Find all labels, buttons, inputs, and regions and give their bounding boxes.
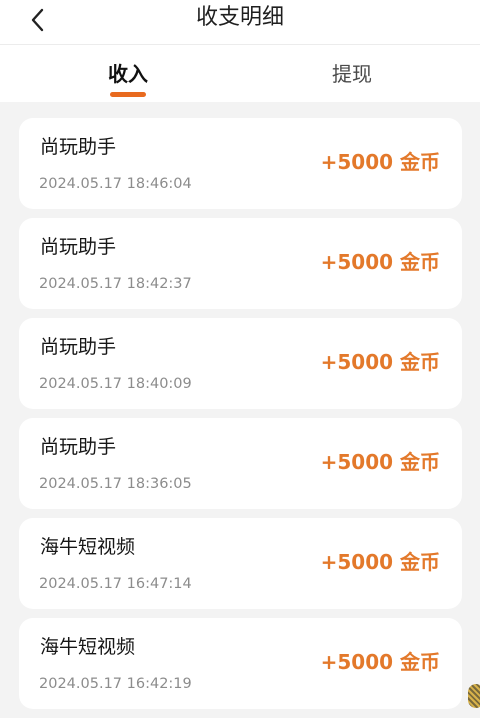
tab-income-label: 收入 — [108, 62, 148, 86]
page-title: 收支明细 — [195, 5, 284, 30]
record-time: 2024.05.17 18:36:05 — [39, 476, 192, 492]
tab-income[interactable]: 收入 — [28, 45, 228, 102]
record-time: 2024.05.17 18:40:09 — [39, 376, 192, 392]
list-item[interactable]: 海牛短视频 2024.05.17 16:47:14 +5000 金币 — [19, 518, 462, 609]
top-nav-bar: 收支明细 — [0, 0, 480, 45]
record-time: 2024.05.17 16:47:14 — [39, 576, 192, 592]
record-amount: +5000 金币 — [320, 150, 440, 174]
tab-withdraw-label: 提现 — [332, 62, 372, 86]
record-source: 尚玩助手 — [40, 436, 117, 458]
list-item[interactable]: 尚玩助手 2024.05.17 18:36:05 +5000 金币 — [19, 418, 462, 509]
record-amount: +5000 金币 — [320, 550, 440, 574]
record-amount: +5000 金币 — [320, 450, 440, 474]
list-item[interactable]: 海牛短视频 2024.05.17 16:42:19 +5000 金币 — [19, 618, 462, 709]
record-source: 海牛短视频 — [40, 636, 136, 658]
record-source: 尚玩助手 — [40, 236, 117, 258]
record-time: 2024.05.17 18:42:37 — [39, 276, 192, 292]
record-time: 2024.05.17 16:42:19 — [39, 676, 192, 692]
transaction-list: 尚玩助手 2024.05.17 18:46:04 +5000 金币 尚玩助手 2… — [19, 118, 462, 718]
record-amount: +5000 金币 — [320, 350, 440, 374]
list-item[interactable]: 尚玩助手 2024.05.17 18:42:37 +5000 金币 — [19, 218, 462, 309]
list-item[interactable]: 尚玩助手 2024.05.17 18:46:04 +5000 金币 — [19, 118, 462, 209]
record-amount: +5000 金币 — [320, 250, 440, 274]
record-amount: +5000 金币 — [320, 650, 440, 674]
record-source: 海牛短视频 — [40, 536, 136, 558]
active-tab-indicator — [110, 92, 146, 97]
tab-bar: 收入 提现 — [0, 45, 480, 102]
list-item[interactable]: 尚玩助手 2024.05.17 18:40:09 +5000 金币 — [19, 318, 462, 409]
floating-coin-icon[interactable] — [468, 684, 480, 708]
tab-withdraw[interactable]: 提现 — [252, 45, 452, 102]
record-source: 尚玩助手 — [40, 336, 117, 358]
record-source: 尚玩助手 — [40, 136, 117, 158]
record-time: 2024.05.17 18:46:04 — [39, 176, 192, 192]
